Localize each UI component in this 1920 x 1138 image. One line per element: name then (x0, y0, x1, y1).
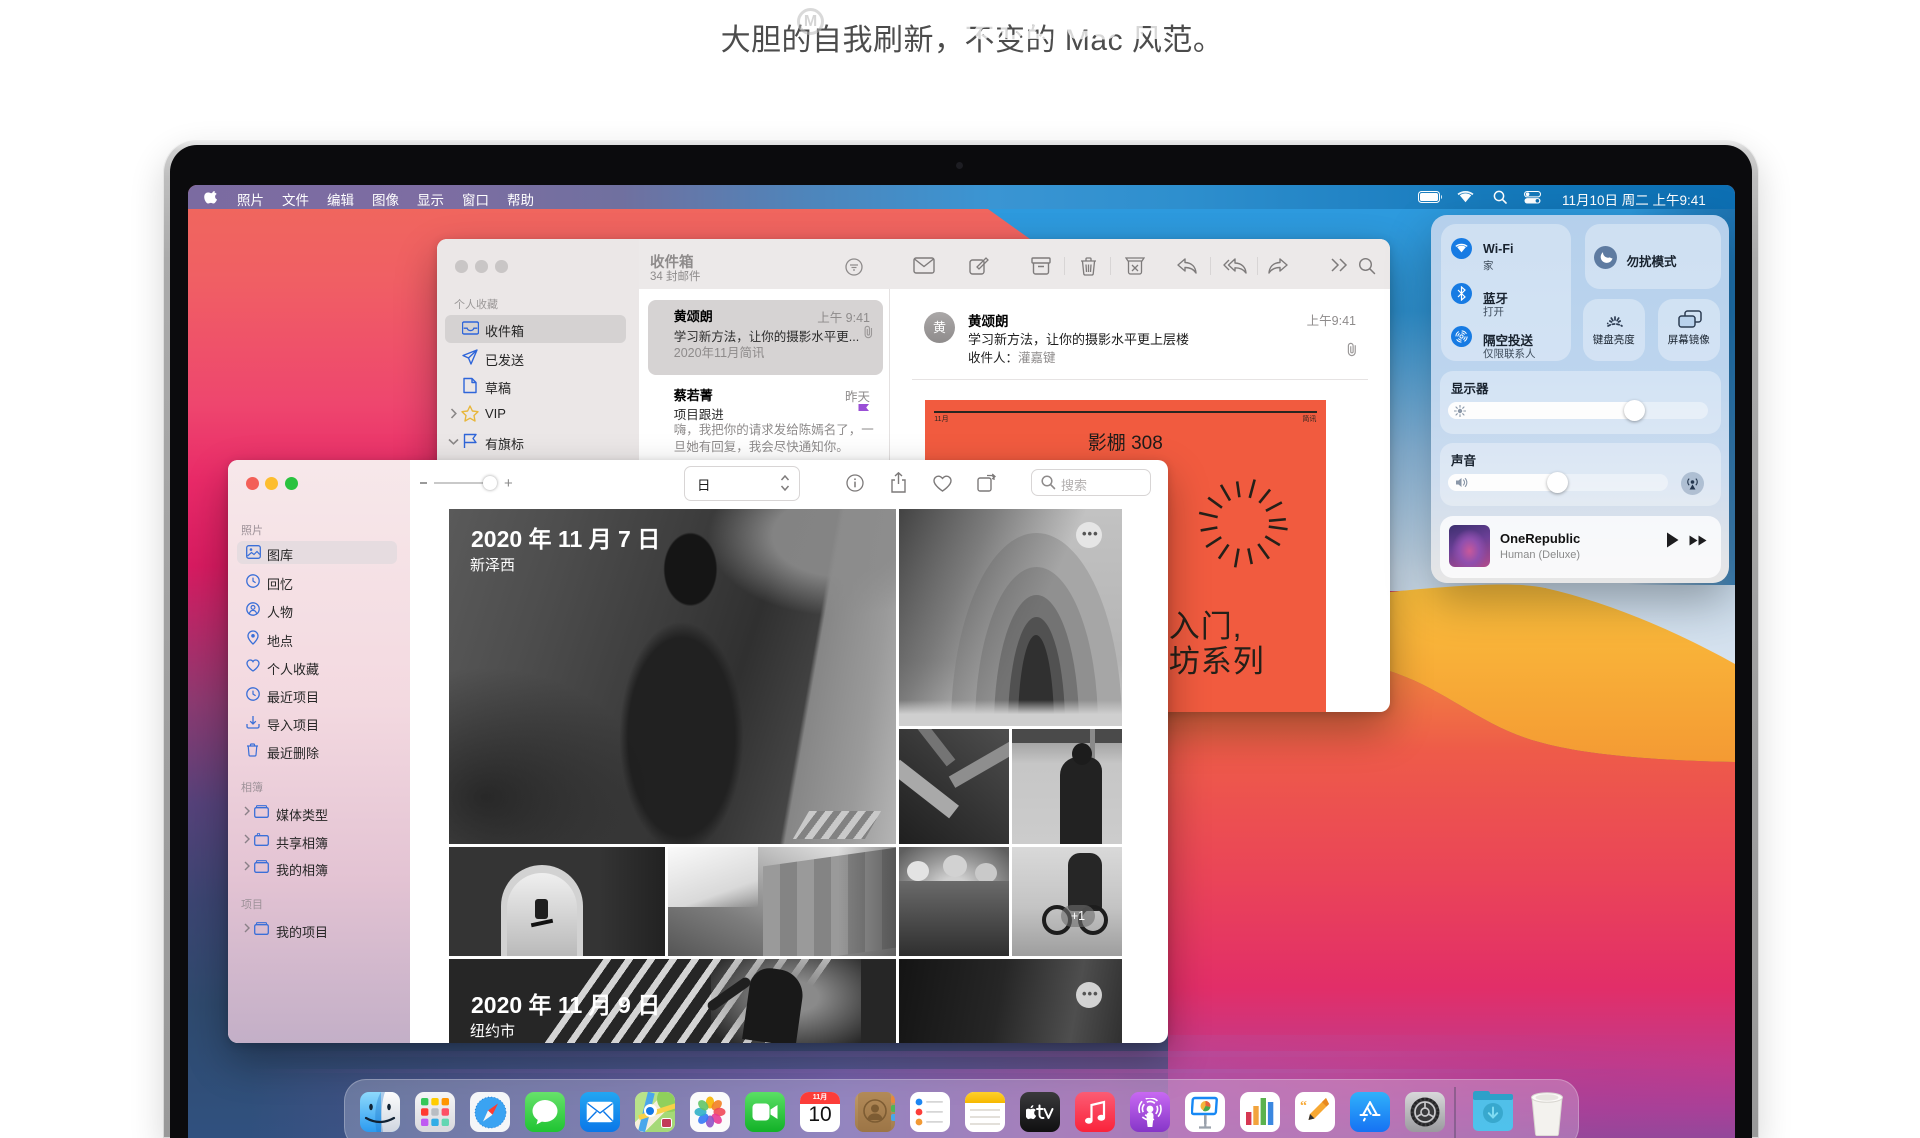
svg-text:“: “ (1300, 1099, 1307, 1114)
